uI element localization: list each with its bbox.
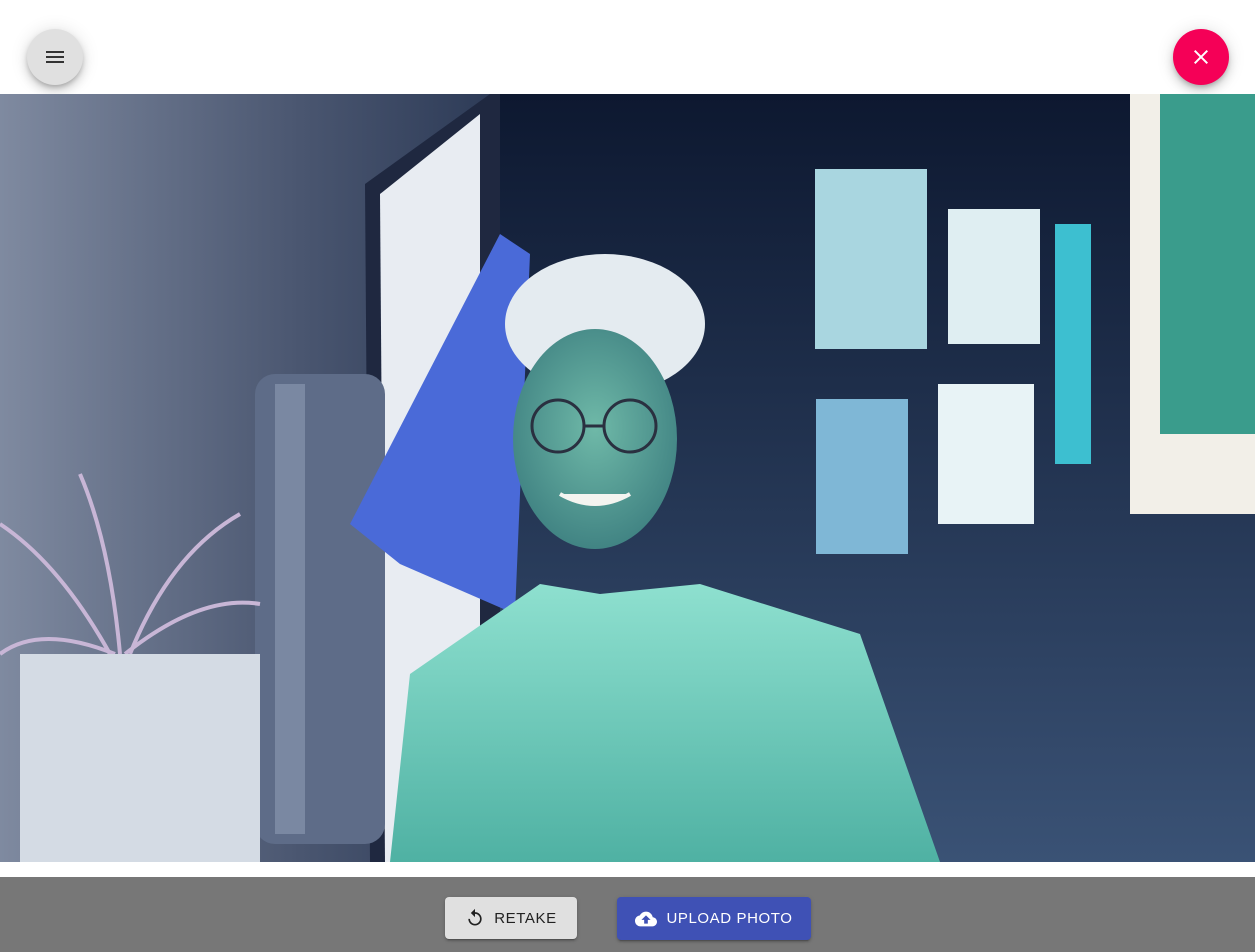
close-icon <box>1194 50 1208 64</box>
cloud-upload-icon <box>635 908 658 930</box>
hamburger-menu-icon <box>46 51 64 63</box>
upload-photo-button[interactable]: Upload Photo <box>617 897 811 940</box>
photo-image <box>0 94 1255 862</box>
retake-label: Retake <box>494 909 557 927</box>
refresh-icon <box>465 908 485 928</box>
retake-button[interactable]: Retake <box>445 897 577 939</box>
top-bar <box>0 0 1255 94</box>
upload-photo-label: Upload Photo <box>666 910 793 927</box>
menu-button[interactable] <box>27 29 83 85</box>
photo-divider <box>0 862 1255 877</box>
action-bar: Retake Upload Photo <box>0 877 1255 952</box>
close-button[interactable] <box>1173 29 1229 85</box>
captured-photo <box>0 94 1255 862</box>
